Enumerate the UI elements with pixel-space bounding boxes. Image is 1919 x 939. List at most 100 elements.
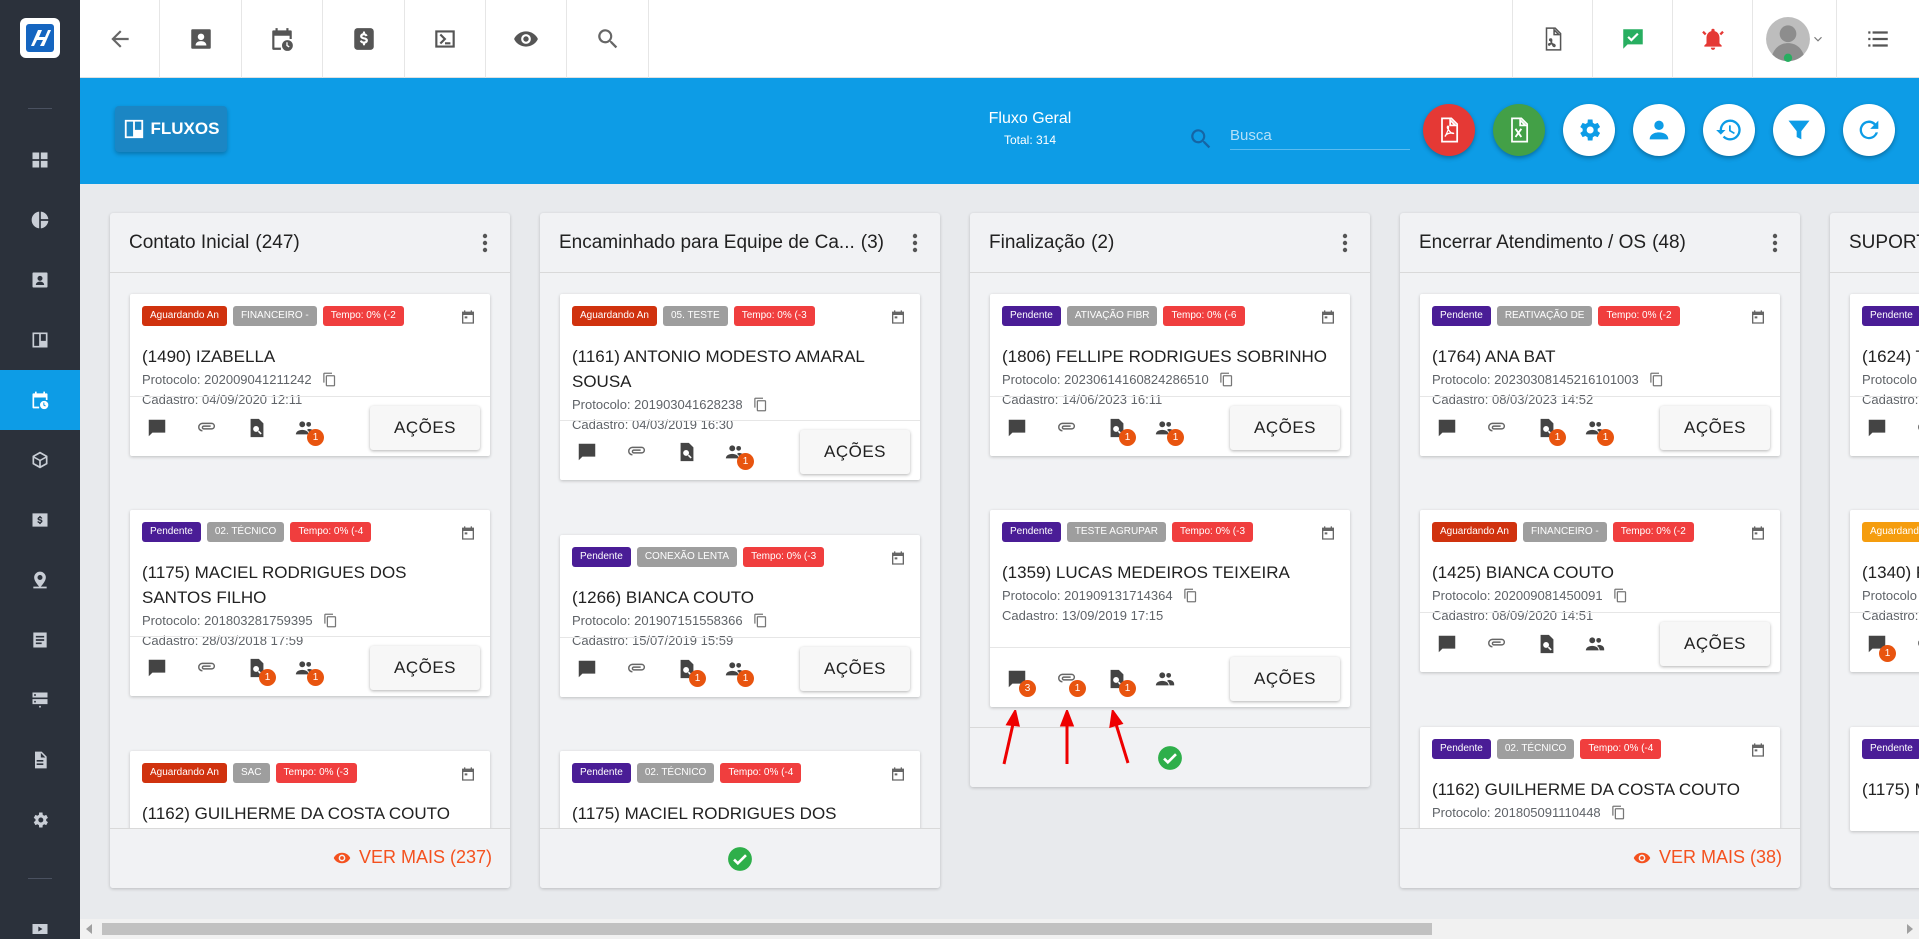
client-name[interactable]: (1764) ANA BAT [1432,344,1762,369]
chat-button[interactable] [576,441,598,463]
more-vert-icon[interactable] [912,233,918,253]
chat-button[interactable] [1436,417,1458,439]
team-button[interactable]: 1 [1154,417,1184,446]
ticket-card[interactable]: Pendente 02. TÉCNICO Tempo: 0% (-4 (1175) M… [130,510,490,696]
schedule-button[interactable] [242,0,323,78]
actions-button[interactable]: AÇÕES [1230,406,1340,450]
calendar-icon[interactable] [460,525,476,541]
client-name[interactable]: (1162) GUILHERME DA COSTA COUTO [142,801,472,826]
refresh-button[interactable] [1843,104,1895,156]
sidebar-item-list[interactable] [0,610,80,670]
sidebar-item-board[interactable] [0,310,80,370]
client-name[interactable]: (1161) ANTONIO MODESTO AMARAL SOUSA [572,344,902,394]
history-button[interactable] [1703,104,1755,156]
ticket-card[interactable]: Aguardando An 05. TESTE Tempo: 0% (-3 (1161… [560,294,920,480]
calendar-icon[interactable] [1320,309,1336,325]
calendar-icon[interactable] [460,309,476,325]
team-button[interactable]: 1 [294,417,324,446]
finance-button[interactable] [323,0,405,78]
calendar-icon[interactable] [1320,525,1336,541]
actions-button[interactable]: AÇÕES [800,647,910,691]
attachment-button[interactable] [196,417,218,439]
team-button[interactable]: 1 [1584,417,1614,446]
more-vert-icon[interactable] [482,233,488,253]
document-search-button[interactable] [1536,633,1558,655]
attachment-button[interactable] [1056,417,1078,439]
team-button[interactable] [1154,668,1176,690]
sidebar-item-servers[interactable] [0,670,80,730]
chat-button[interactable] [1006,417,1028,439]
ticket-card[interactable]: Aguardando An FINANCEIRO - Tempo: 0% (-2 (1… [1420,510,1780,672]
calendar-icon[interactable] [890,309,906,325]
scrollbar-thumb[interactable] [102,923,1432,935]
sidebar-item-video[interactable] [0,900,80,939]
copy-icon[interactable] [322,372,337,387]
document-search-button[interactable] [676,441,698,463]
ticket-card[interactable]: Pendente 02. TÉCNICO Tempo: 0% (-4 (1162) G… [1420,727,1780,831]
settings-button[interactable] [1563,104,1615,156]
copy-icon[interactable] [753,397,768,412]
client-name[interactable]: (1624) T [1862,344,1919,369]
copy-icon[interactable] [1611,805,1626,820]
calendar-icon[interactable] [890,550,906,566]
sidebar-item-reports[interactable] [0,190,80,250]
client-name[interactable]: (1175) M FILHO [1862,777,1919,802]
copy-icon[interactable] [753,613,768,628]
more-vert-icon[interactable] [1342,233,1348,253]
actions-button[interactable]: AÇÕES [1660,622,1770,666]
client-name[interactable]: (1425) BIANCA COUTO [1432,560,1762,585]
filter-button[interactable] [1773,104,1825,156]
calendar-icon[interactable] [1750,742,1766,758]
document-search-button[interactable]: 1 [246,657,276,686]
calendar-icon[interactable] [890,766,906,782]
copy-icon[interactable] [1649,372,1664,387]
sidebar-item-contacts[interactable] [0,250,80,310]
check-circle-icon[interactable] [1157,745,1183,771]
sidebar-item-map[interactable] [0,550,80,610]
contacts-button[interactable] [160,0,242,78]
sidebar-item-dashboard[interactable] [0,130,80,190]
chat-button[interactable] [1436,633,1458,655]
client-name[interactable]: (1266) BIANCA COUTO [572,585,902,610]
attachment-button[interactable]: 1 [1056,668,1086,697]
sidebar-item-documents[interactable] [0,730,80,790]
user-filter-button[interactable] [1633,104,1685,156]
ticket-card[interactable]: Aguardand(1340) FProtocoloCadastro:1 [1850,510,1919,672]
fluxos-button[interactable]: FLUXOS [115,106,227,152]
ticket-card[interactable]: Pendente CONEXÃO LENTA Tempo: 0% (-3 (1266)… [560,535,920,697]
search-input[interactable] [1230,122,1410,150]
actions-button[interactable]: AÇÕES [1660,406,1770,450]
attachment-button[interactable] [626,658,648,680]
client-name[interactable]: (1340) F [1862,560,1919,585]
user-menu-button[interactable] [1752,0,1836,78]
attachment-button[interactable] [626,441,648,463]
export-pdf-button[interactable] [1423,104,1475,156]
more-vert-icon[interactable] [1772,233,1778,253]
ticket-card[interactable]: Aguardando An SAC Tempo: 0% (-3 (1162) GUIL… [130,751,490,831]
export-excel-button[interactable] [1493,104,1545,156]
document-search-button[interactable]: 1 [1106,668,1136,697]
team-button[interactable]: 1 [724,658,754,687]
actions-button[interactable]: AÇÕES [370,406,480,450]
view-button[interactable] [486,0,567,78]
search-button[interactable] [567,0,649,78]
actions-button[interactable]: AÇÕES [800,430,910,474]
see-more-link[interactable]: VER MAIS (237) [333,847,492,868]
back-button[interactable] [80,0,160,78]
document-search-button[interactable]: 1 [1106,417,1136,446]
scroll-left-arrow[interactable] [86,924,92,934]
notifications-button[interactable] [1672,0,1752,78]
copy-icon[interactable] [1219,372,1234,387]
team-button[interactable]: 1 [724,441,754,470]
calendar-icon[interactable] [460,766,476,782]
chat-button[interactable]: 3 [1006,668,1036,697]
sidebar-item-settings[interactable] [0,790,80,850]
client-name[interactable]: (1359) LUCAS MEDEIROS TEIXEIRA [1002,560,1332,585]
tasks-button[interactable] [1592,0,1672,78]
horizontal-scrollbar[interactable] [80,919,1919,939]
ticket-card[interactable]: Pendente ATIVAÇÃO FIBR Tempo: 0% (-6 (1806)… [990,294,1350,456]
ticket-card[interactable]: Pendente REATIVAÇÃO DE Tempo: 0% (-2 (1764)… [1420,294,1780,456]
chat-button[interactable] [146,657,168,679]
ticket-card[interactable]: Aguardando An FINANCEIRO - Tempo: 0% (-2 (1… [130,294,490,456]
calendar-icon[interactable] [1750,525,1766,541]
